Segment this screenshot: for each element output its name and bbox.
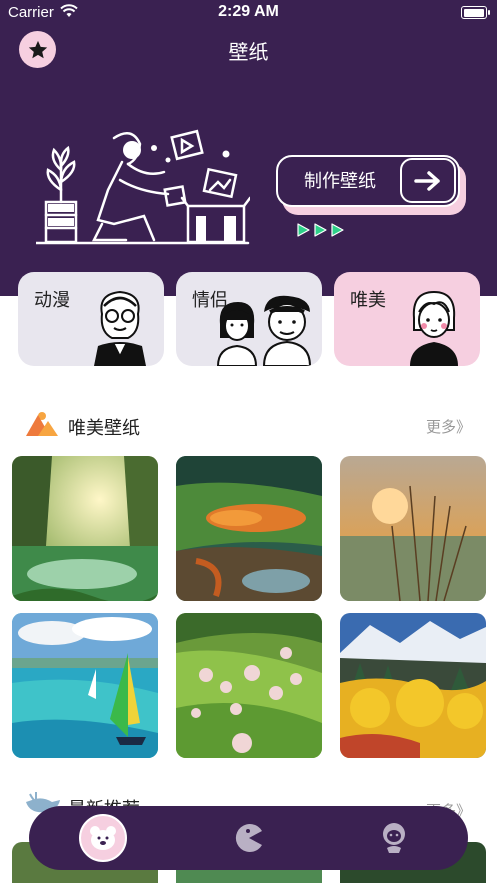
play-indicators <box>296 223 344 237</box>
sailboat-lagoon <box>12 613 158 758</box>
tab-bar <box>29 806 468 870</box>
wallpaper-thumbnail[interactable] <box>12 456 158 601</box>
wallpaper-thumbnail[interactable] <box>176 613 322 758</box>
mossy-river <box>176 456 322 601</box>
battery-icon <box>461 6 490 19</box>
make-wallpaper-label: 制作壁纸 <box>304 171 376 192</box>
clock: 2:29 AM <box>218 3 279 20</box>
wallpaper-thumbnail[interactable] <box>340 456 486 601</box>
wallpaper-thumbnail[interactable] <box>340 613 486 758</box>
more-link[interactable]: 更多》 <box>426 416 471 437</box>
bear-icon <box>90 826 116 850</box>
category-aesthetic[interactable]: 唯美 <box>334 272 480 366</box>
sunset-grass <box>340 456 486 601</box>
old-man-illustration <box>94 290 146 366</box>
blossom-hills <box>176 613 322 758</box>
arrow-button[interactable] <box>400 158 456 203</box>
mountain-icon <box>26 412 58 436</box>
couple-illustration <box>216 295 312 366</box>
forest-sunrise <box>12 456 158 601</box>
pacman-icon <box>235 824 262 852</box>
category-couple[interactable]: 情侣 <box>176 272 322 366</box>
wallpaper-thumbnail[interactable] <box>12 613 158 758</box>
bear-face-icon <box>383 823 405 853</box>
section-title: 唯美壁纸 <box>68 418 140 439</box>
arrow-right-icon <box>414 170 440 191</box>
section-header: 唯美壁纸 更多》 <box>0 403 497 443</box>
category-label: 唯美 <box>350 290 386 311</box>
status-bar: Carrier 2:29 AM <box>0 0 497 26</box>
play-icon <box>314 223 327 237</box>
tab-home[interactable] <box>79 814 127 862</box>
creator-illustration <box>36 129 250 245</box>
category-anime[interactable]: 动漫 <box>18 272 164 366</box>
play-icon <box>331 223 344 237</box>
page-title: 壁纸 <box>228 40 269 64</box>
tab-profile[interactable] <box>370 814 418 862</box>
girl-illustration <box>410 290 458 366</box>
category-label: 动漫 <box>34 290 70 311</box>
make-wallpaper-button[interactable]: 制作壁纸 <box>276 155 460 207</box>
header: Carrier 2:29 AM 壁纸 制作壁纸 <box>0 0 497 296</box>
wallpaper-thumbnail[interactable] <box>176 456 322 601</box>
tab-discover[interactable] <box>225 814 273 862</box>
play-icon <box>297 223 310 237</box>
autumn-forest <box>340 613 486 758</box>
